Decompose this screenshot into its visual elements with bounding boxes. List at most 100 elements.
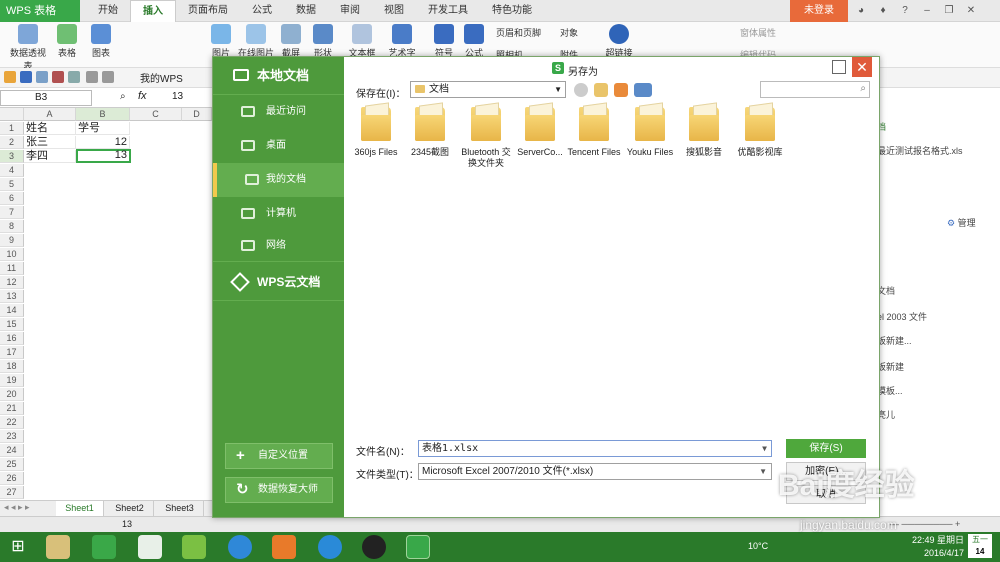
column-header[interactable]: B xyxy=(76,108,130,121)
online-picture-button[interactable]: 在线图片 xyxy=(236,24,276,59)
row-header[interactable]: 7 xyxy=(0,206,24,219)
formula-button[interactable]: 公式 xyxy=(462,24,486,59)
cell-B2[interactable]: 12 xyxy=(76,136,130,149)
row-header[interactable]: 22 xyxy=(0,416,24,429)
redo-icon[interactable] xyxy=(102,71,114,83)
picture-button[interactable]: 图片 xyxy=(210,24,232,59)
tab-developer[interactable]: 开发工具 xyxy=(416,0,480,22)
folder-item[interactable]: ServerCo... xyxy=(512,103,568,158)
tab-features[interactable]: 特色功能 xyxy=(480,0,544,22)
table-button[interactable]: 表格 xyxy=(54,24,80,59)
restore-icon[interactable]: ❐ xyxy=(938,0,960,22)
filetype-select[interactable]: Microsoft Excel 2007/2010 文件(*.xlsx) ▼ xyxy=(418,463,772,480)
sheet-tab-1[interactable]: Sheet1 xyxy=(56,501,104,516)
spreadsheet-grid[interactable]: A B C D 姓名 学号 张三 12 李四 13 1 2 3 4 5 6 7 8 9 10 11 1… xyxy=(0,108,212,500)
name-box[interactable]: B3 xyxy=(0,90,92,106)
search-input[interactable]: ⌕ xyxy=(760,81,870,98)
row-header[interactable]: 27 xyxy=(0,486,24,499)
side-item-my-documents[interactable]: 我的文档 xyxy=(213,163,344,197)
row-header[interactable]: 14 xyxy=(0,304,24,317)
open-icon[interactable] xyxy=(4,71,16,83)
cell-A2[interactable]: 张三 xyxy=(24,136,76,149)
row-header[interactable]: 12 xyxy=(0,276,24,289)
screenshot-button[interactable]: 截屏 xyxy=(278,24,304,59)
row-header[interactable]: 8 xyxy=(0,220,24,233)
corner-select-all[interactable] xyxy=(0,108,24,121)
export-pdf-icon[interactable] xyxy=(52,71,64,83)
login-button[interactable]: 未登录 xyxy=(790,0,848,22)
dialog-close-button[interactable]: ✕ xyxy=(852,57,872,77)
task-pane-item[interactable]: 板新建 xyxy=(877,360,904,373)
side-item-desktop[interactable]: 桌面 xyxy=(213,129,344,163)
textbox-button[interactable]: 文本框 xyxy=(346,24,378,59)
row-header[interactable]: 26 xyxy=(0,472,24,485)
chevron-down-icon[interactable]: ▼ xyxy=(759,464,767,479)
tab-formula[interactable]: 公式 xyxy=(240,0,284,22)
cell-B3-selected[interactable]: 13 xyxy=(76,149,131,163)
sheet-tab-2[interactable]: Sheet2 xyxy=(106,501,154,516)
row-header[interactable]: 20 xyxy=(0,388,24,401)
cell-A3[interactable]: 李四 xyxy=(24,150,76,163)
new-folder-icon[interactable] xyxy=(614,83,628,97)
home-icon[interactable] xyxy=(138,535,162,559)
row-header[interactable]: 24 xyxy=(0,444,24,457)
custom-location-button[interactable]: + 自定义位置 xyxy=(225,443,333,469)
cell-A1[interactable]: 姓名 xyxy=(24,122,76,135)
preview-icon[interactable] xyxy=(68,71,80,83)
hyperlink-button[interactable]: 超链接 xyxy=(602,24,636,59)
row-header[interactable]: 23 xyxy=(0,430,24,443)
row-header[interactable]: 9 xyxy=(0,234,24,247)
row-header[interactable]: 5 xyxy=(0,178,24,191)
form-properties-button[interactable]: 窗体属性 xyxy=(740,26,790,39)
qq-icon[interactable] xyxy=(362,535,386,559)
column-header[interactable]: A xyxy=(24,108,76,121)
fx-icon[interactable]: fx xyxy=(138,90,147,102)
folder-item[interactable]: Youku Files xyxy=(622,103,678,158)
side-item-network[interactable]: 网络 xyxy=(213,229,344,263)
data-recovery-button[interactable]: ↻ 数据恢复大师 xyxy=(225,477,333,503)
wps-taskbar-icon[interactable] xyxy=(406,535,430,559)
folder-item[interactable]: 搜狐影音 xyxy=(676,103,732,158)
folder-item[interactable]: Tencent Files xyxy=(566,103,622,158)
clock[interactable]: 22:49 星期日 2016/4/17 xyxy=(912,534,964,560)
weather-temp[interactable]: 10°C xyxy=(748,541,768,551)
formula-input[interactable]: 13 xyxy=(172,91,183,102)
chevron-down-icon[interactable]: ▼ xyxy=(762,441,767,456)
up-folder-icon[interactable] xyxy=(594,83,608,97)
media-player-icon[interactable] xyxy=(272,535,296,559)
header-footer-button[interactable]: 页眉和页脚 xyxy=(496,26,556,39)
windows-start-icon[interactable]: ⊞ xyxy=(6,535,30,559)
pivot-table-button[interactable]: 数据透视表 xyxy=(6,24,50,72)
row-header[interactable]: 25 xyxy=(0,458,24,471)
view-menu-icon[interactable] xyxy=(634,83,652,97)
wps-cloud-header[interactable]: WPS云文档 xyxy=(213,261,344,301)
help-icon[interactable]: ? xyxy=(894,0,916,22)
tab-data[interactable]: 数据 xyxy=(284,0,328,22)
save-icon[interactable] xyxy=(20,71,32,83)
object-button[interactable]: 对象 xyxy=(560,26,600,39)
task-pane-item[interactable]: el 2003 文件 xyxy=(877,310,927,323)
folder-item[interactable]: 优酷影视库 xyxy=(732,103,788,158)
task-pane-item[interactable]: 板新建... xyxy=(877,334,912,347)
row-header[interactable]: 18 xyxy=(0,360,24,373)
row-header[interactable]: 11 xyxy=(0,262,24,275)
dialog-titlebar[interactable]: S 另存为 ✕ xyxy=(344,57,879,81)
app-logo[interactable]: WPS 表格 xyxy=(0,0,80,22)
baidu-icon[interactable] xyxy=(228,535,252,559)
tab-view[interactable]: 视图 xyxy=(372,0,416,22)
file-explorer-icon[interactable] xyxy=(46,535,70,559)
save-button[interactable]: 保存(S) xyxy=(786,439,866,458)
save-in-select[interactable]: 文档 ▼ xyxy=(410,81,566,98)
row-header[interactable]: 13 xyxy=(0,290,24,303)
row-header[interactable]: 16 xyxy=(0,332,24,345)
store-icon[interactable] xyxy=(92,535,116,559)
zoom-slider[interactable]: — ──────── + xyxy=(890,519,960,529)
print-icon[interactable] xyxy=(36,71,48,83)
column-header[interactable]: C xyxy=(130,108,182,121)
tab-review[interactable]: 审阅 xyxy=(328,0,372,22)
row-header[interactable]: 10 xyxy=(0,248,24,261)
symbol-button[interactable]: 符号 xyxy=(432,24,456,59)
row-header[interactable]: 1 xyxy=(0,122,24,135)
undo-icon[interactable] xyxy=(86,71,98,83)
row-header[interactable]: 19 xyxy=(0,374,24,387)
